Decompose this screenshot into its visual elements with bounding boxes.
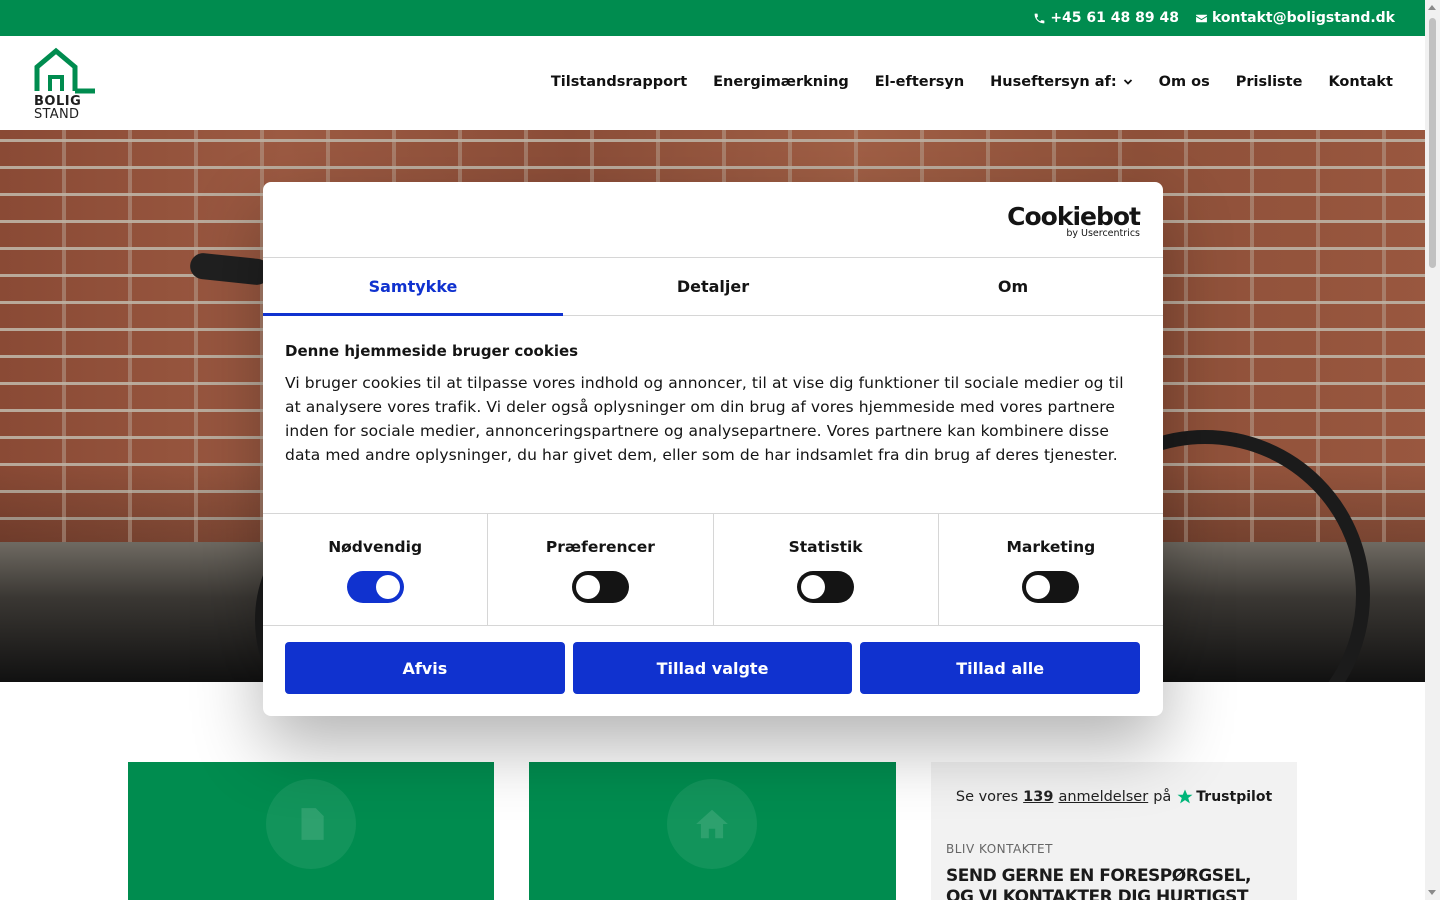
document-icon [266,779,356,869]
tab-samtykke[interactable]: Samtykke [263,258,563,316]
toggle-label: Nødvendig [328,538,423,556]
envelope-icon [1196,14,1207,22]
cookiebot-brand: Cookiebot [1007,202,1141,231]
toggle-knob [375,575,400,599]
chevron-down-icon [1123,79,1132,85]
nav-label: Energimærkning [713,74,849,90]
nav-label: El-eftersyn [874,74,965,90]
nav-label: Huseftersyn af: [990,74,1117,90]
toggle-knob [801,575,826,599]
trustpilot-logo[interactable]: Trustpilot [1176,788,1272,806]
nav-kontakt[interactable]: Kontakt [1328,74,1393,90]
toggle-group-statistik: Statistik [714,514,939,625]
scrollbar-thumb[interactable] [1429,18,1436,268]
scroll-down-arrow-icon[interactable] [1428,890,1436,895]
nav-tilstandsrapport[interactable]: Tilstandsrapport [551,74,687,90]
toggle-group-nodvendig: Nødvendig [263,514,489,625]
contact-heading: SEND GERNE EN FORESPØRGSEL, OG VI KONTAK… [946,866,1251,900]
page-scrollbar[interactable] [1425,0,1440,900]
consent-toggles: Nødvendig Præferencer Statistik Marketin… [263,514,1163,626]
nav-label: Tilstandsrapport [550,74,688,90]
scroll-up-arrow-icon[interactable] [1428,5,1436,10]
toggle-label: Præferencer [545,538,655,556]
dialog-tabs: Samtykke Detaljer Om [263,258,1163,316]
contact-label: BLIV KONTAKTET [946,842,1053,856]
dialog-text: Vi bruger cookies til at tilpasse vores … [285,374,1124,464]
email-address: kontakt@boligstand.dk [1211,10,1395,26]
tp-prefix: Se vores [955,789,1019,805]
cookie-consent-dialog: Cookiebot by Usercentrics Samtykke Detal… [263,182,1163,716]
dialog-header: Cookiebot by Usercentrics [263,182,1163,258]
toggle-nodvendig[interactable] [346,571,404,603]
nav-huseftersyn-dropdown[interactable]: Huseftersyn af: [990,74,1133,90]
service-card-2[interactable] [529,762,896,900]
nav-om-os[interactable]: Om os [1159,74,1210,90]
tab-om[interactable]: Om [863,258,1163,315]
logo-wordmark[interactable]: BOLIG STAND [34,95,81,121]
nav-prisliste[interactable]: Prisliste [1236,74,1303,90]
tp-count[interactable]: 139 [1023,789,1053,805]
phone-icon [1034,13,1045,23]
toggle-knob [575,575,600,599]
nav-label: Om os [1158,74,1210,90]
tp-reviews-word[interactable]: anmeldelser [1058,789,1148,805]
dialog-buttons: Afvis Tillad valgte Tillad alle [263,626,1163,694]
logo-line-2: STAND [34,107,80,122]
toggle-label: Marketing [1006,538,1096,556]
toggle-group-marketing: Marketing [939,514,1163,625]
home-icon [667,779,757,869]
nav-el-eftersyn[interactable]: El-eftersyn [875,74,964,90]
toggle-marketing[interactable] [1022,571,1080,603]
toggle-knob [1026,575,1051,599]
tp-suffix: på [1153,789,1172,805]
reject-button[interactable]: Afvis [285,642,565,694]
toggle-statistik[interactable] [797,571,855,603]
dialog-body: Denne hjemmeside bruger cookies Vi bruge… [263,316,1163,514]
tab-detaljer[interactable]: Detaljer [563,258,863,315]
star-icon [1177,789,1193,804]
nav-label: Kontakt [1328,74,1393,90]
phone-number: +45 61 48 89 48 [1050,10,1179,26]
allow-all-button[interactable]: Tillad alle [860,642,1141,694]
phone-link[interactable]: +45 61 48 89 48 [1033,10,1179,26]
trustpilot-brand: Trustpilot [1196,789,1273,805]
cookiebot-logo: Cookiebot by Usercentrics [1007,202,1141,239]
top-contact-bar: +45 61 48 89 48 kontakt@boligstand.dk [0,0,1425,36]
dialog-title: Denne hjemmeside bruger cookies [285,342,579,360]
toggle-praeferencer[interactable] [571,571,629,603]
toggle-label: Statistik [788,538,863,556]
nav-energimaerkning[interactable]: Energimærkning [713,74,849,90]
contact-card: Se vores 139 anmeldelser på Trustpilot B… [931,762,1297,900]
toggle-group-praeferencer: Præferencer [488,514,714,625]
main-nav: Tilstandsrapport Energimærkning El-efter… [551,74,1393,90]
site-header: BOLIG STAND Tilstandsrapport Energimærkn… [0,36,1425,130]
trustpilot-widget[interactable]: Se vores 139 anmeldelser på Trustpilot [946,788,1282,806]
service-card-1[interactable] [128,762,494,900]
email-link[interactable]: kontakt@boligstand.dk [1195,10,1395,26]
allow-selected-button[interactable]: Tillad valgte [572,642,853,694]
nav-label: Prisliste [1235,74,1303,90]
